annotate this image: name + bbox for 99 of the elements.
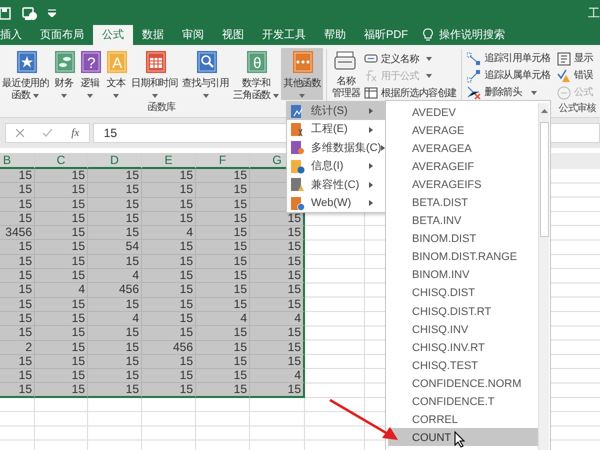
glyph-book-icon: A bbox=[105, 50, 128, 74]
table-cell: 15 bbox=[142, 198, 196, 212]
table-cell: 15 bbox=[35, 198, 88, 212]
window-title: 工 bbox=[588, 4, 600, 22]
table-cell: 15 bbox=[35, 354, 88, 370]
table-cell: 15 bbox=[250, 254, 305, 270]
table-cell: 15 bbox=[196, 326, 250, 341]
table-cell: 15 bbox=[250, 212, 305, 226]
table-cell: 15 bbox=[142, 169, 196, 184]
table-cell: 15 bbox=[88, 198, 142, 212]
table-cell: 15 bbox=[0, 212, 35, 226]
group-label: 公式审核 bbox=[558, 102, 596, 116]
table-cell: 15 bbox=[35, 369, 88, 384]
table-cell: 15 bbox=[142, 298, 196, 312]
table-cell: 15 bbox=[250, 283, 305, 298]
table-cell: 4 bbox=[142, 226, 196, 240]
table-cell: 15 bbox=[35, 169, 88, 184]
table-cell: 15 bbox=[0, 283, 35, 298]
table-cell: 15 bbox=[0, 383, 35, 398]
table-cell: 15 bbox=[0, 254, 35, 270]
table-cell: 15 bbox=[196, 298, 250, 312]
table-cell: 4 bbox=[250, 312, 305, 326]
glyph-book-icon: ? bbox=[79, 50, 102, 74]
table-cell: 4 bbox=[35, 283, 88, 298]
table-cell: 15 bbox=[88, 212, 142, 226]
table-cell: 15 bbox=[196, 354, 250, 370]
table-cell: 15 bbox=[142, 254, 196, 270]
table-cell: 15 bbox=[0, 169, 35, 184]
table-cell: 15 bbox=[35, 326, 88, 341]
table-cell: 4 bbox=[250, 369, 305, 384]
table-cell: 15 bbox=[88, 169, 142, 184]
table-cell: 456 bbox=[142, 340, 196, 355]
table-cell: 15 bbox=[142, 283, 196, 298]
table-cell: 15 bbox=[35, 240, 88, 255]
table-cell: 15 bbox=[250, 298, 305, 312]
table-cell: 15 bbox=[35, 269, 88, 284]
table-cell: 15 bbox=[0, 183, 35, 198]
table-cell: 15 bbox=[35, 340, 88, 355]
table-cell: 15 bbox=[88, 354, 142, 370]
table-cell: 15 bbox=[35, 212, 88, 226]
table-cell: 15 bbox=[0, 240, 35, 255]
table-cell: 2 bbox=[0, 340, 35, 355]
table-cell: 15 bbox=[196, 340, 250, 355]
table-cell: 15 bbox=[35, 226, 88, 240]
table-cell: 3456 bbox=[0, 226, 35, 240]
table-cell: 15 bbox=[0, 326, 35, 341]
table-cell: 15 bbox=[142, 354, 196, 370]
table-cell: 15 bbox=[142, 183, 196, 198]
table-cell: 15 bbox=[196, 226, 250, 240]
table-cell: 15 bbox=[250, 226, 305, 240]
table-cell: 4 bbox=[88, 312, 142, 326]
table-cell: 15 bbox=[35, 383, 88, 398]
table-cell: 15 bbox=[88, 254, 142, 270]
table-cell: 4 bbox=[88, 269, 142, 284]
table-cell: 15 bbox=[196, 369, 250, 384]
table-cell: 15 bbox=[0, 298, 35, 312]
table-cell: 15 bbox=[250, 383, 305, 398]
table-cell: 15 bbox=[196, 383, 250, 398]
table-cell: 15 bbox=[196, 240, 250, 255]
table-cell: 15 bbox=[142, 312, 196, 326]
table-cell: 15 bbox=[35, 254, 88, 270]
table-cell: 15 bbox=[142, 269, 196, 284]
table-cell: 15 bbox=[250, 326, 305, 341]
table-cell: 15 bbox=[196, 254, 250, 270]
table-cell: 15 bbox=[250, 354, 305, 370]
table-cell: 15 bbox=[35, 183, 88, 198]
table-cell: 15 bbox=[88, 183, 142, 198]
table-cell: 15 bbox=[35, 298, 88, 312]
table-cell: 15 bbox=[88, 226, 142, 240]
table-cell: 15 bbox=[196, 183, 250, 198]
table-cell: 15 bbox=[88, 369, 142, 384]
table-cell: 15 bbox=[35, 312, 88, 326]
table-cell: 15 bbox=[142, 369, 196, 384]
group-label: 函数库 bbox=[147, 100, 176, 115]
table-cell: 15 bbox=[88, 326, 142, 341]
table-cell: 15 bbox=[142, 240, 196, 255]
table-cell: 15 bbox=[196, 169, 250, 184]
table-cell: 15 bbox=[88, 383, 142, 398]
table-cell: 4 bbox=[196, 312, 250, 326]
table-cell: 15 bbox=[0, 269, 35, 284]
table-cell: 15 bbox=[142, 212, 196, 226]
table-cell: 15 bbox=[0, 312, 35, 326]
table-cell: 15 bbox=[250, 240, 305, 255]
glyph-book-icon: θ bbox=[245, 50, 268, 74]
table-cell: 54 bbox=[88, 240, 142, 255]
table-cell: 15 bbox=[0, 369, 35, 384]
table-cell: 15 bbox=[0, 198, 35, 212]
table-cell: 15 bbox=[0, 354, 35, 370]
table-cell: 456 bbox=[88, 283, 142, 298]
table-cell: 15 bbox=[88, 298, 142, 312]
table-cell: 15 bbox=[196, 212, 250, 226]
table-cell: 15 bbox=[196, 269, 250, 284]
table-cell: 15 bbox=[88, 340, 142, 355]
table-cell: 15 bbox=[142, 326, 196, 341]
table-cell: 15 bbox=[196, 283, 250, 298]
table-cell: 15 bbox=[142, 383, 196, 398]
table-cell: 15 bbox=[250, 340, 305, 355]
table-cell: 15 bbox=[250, 269, 305, 284]
table-cell: 15 bbox=[196, 198, 250, 212]
